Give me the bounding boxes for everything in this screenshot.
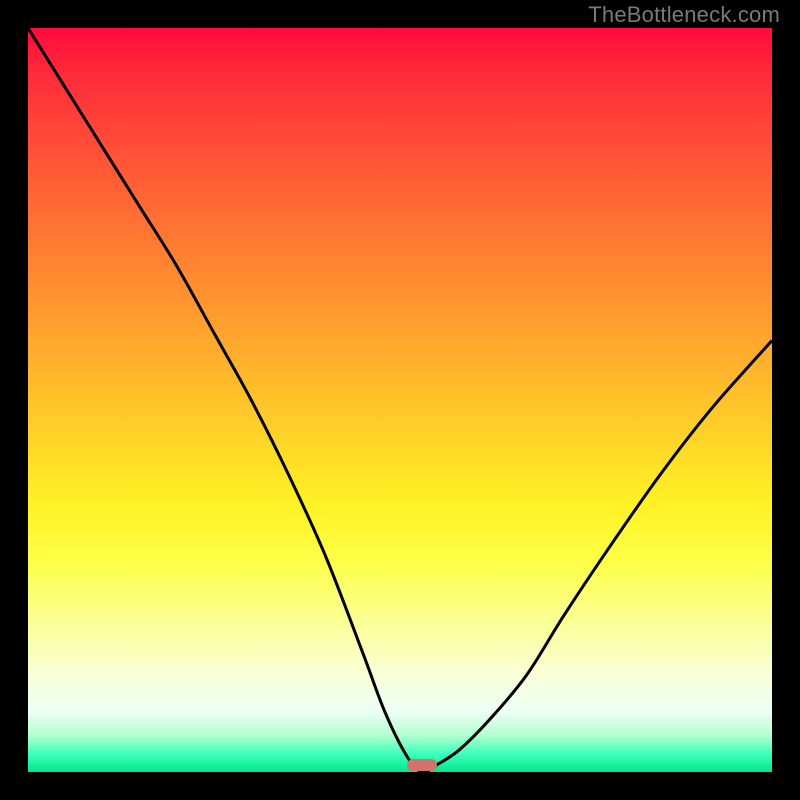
- bottleneck-curve: [28, 28, 772, 772]
- watermark-text: TheBottleneck.com: [588, 2, 780, 28]
- chart-frame: TheBottleneck.com: [0, 0, 800, 800]
- curve-svg: [28, 28, 772, 772]
- optimal-marker: [407, 759, 437, 771]
- plot-area: [28, 28, 772, 772]
